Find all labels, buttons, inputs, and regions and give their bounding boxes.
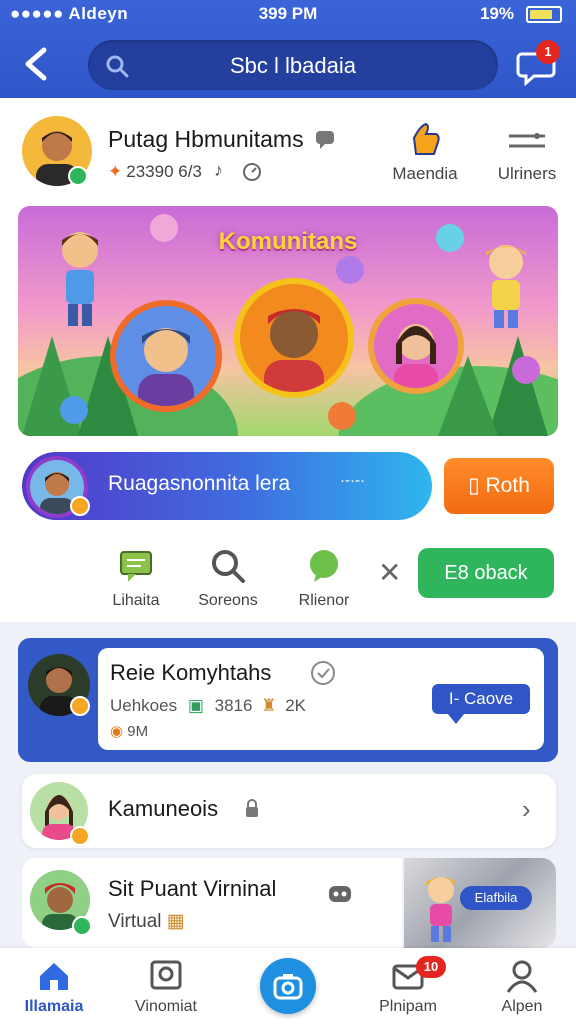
featured-title: Reie Komyhtahs	[110, 660, 272, 685]
house-icon: ▣	[187, 696, 204, 715]
action-label: Soreons	[198, 592, 258, 609]
search-icon	[188, 548, 268, 584]
chevron-right-icon[interactable]: ›	[522, 794, 531, 825]
kid-illustration	[426, 877, 456, 942]
chat-icon	[96, 548, 176, 584]
users-label: Ulriners	[497, 164, 557, 183]
member-portrait	[368, 298, 464, 394]
fire-icon: ✦	[108, 162, 123, 181]
status-indicator	[70, 826, 90, 846]
community-banner[interactable]: Komunitans	[18, 206, 558, 436]
list-item-subtitle: Virtual ▦	[108, 911, 185, 932]
emoji-icon	[336, 256, 364, 284]
media-label: Maendia	[392, 164, 458, 183]
community-dots: ·-·-·	[340, 472, 365, 489]
kid-illustration	[486, 245, 526, 328]
list-item-title: Sit Puant Virninal	[108, 876, 277, 901]
online-indicator	[68, 166, 88, 186]
close-icon[interactable]: ✕	[378, 556, 401, 589]
emoji-icon	[436, 224, 464, 252]
featured-tag[interactable]: I- Caove	[432, 684, 530, 724]
chevron-left-icon	[25, 47, 47, 81]
emoji-icon	[150, 214, 178, 242]
emoji-icon	[60, 396, 88, 424]
nav-vinomiat[interactable]: Vinomiat	[116, 958, 216, 1016]
home-icon	[4, 958, 104, 994]
action-label: Lihaita	[112, 592, 160, 609]
media-button[interactable]: Maendia	[388, 122, 462, 184]
search-text: Sbc l lbadaia	[230, 53, 356, 78]
clock-icon	[243, 163, 261, 181]
users-button[interactable]: Ulriners	[492, 122, 562, 184]
box-icon: ▦	[166, 911, 185, 932]
action-search[interactable]: Soreons	[188, 548, 268, 610]
nav-label: Alpen	[501, 998, 543, 1015]
status-indicator	[70, 696, 90, 716]
join-button[interactable]: ▯ Roth	[444, 458, 554, 514]
status-indicator	[70, 496, 90, 516]
emoji-icon	[328, 402, 356, 430]
user-icon	[472, 958, 572, 994]
verified-icon	[311, 661, 335, 685]
book-button[interactable]: E8 oback	[418, 548, 554, 598]
profile-stats: ✦ 23390 6/3	[108, 162, 202, 181]
battery-icon	[526, 6, 562, 23]
featured-views: ◉ 9M	[110, 723, 149, 740]
action-label: Rlienor	[298, 592, 350, 609]
toggle-icon	[492, 122, 562, 158]
nav-alpen[interactable]: Alpen	[472, 958, 572, 1016]
nav-label: Plnipam	[379, 998, 437, 1015]
online-indicator	[72, 916, 92, 936]
thumbnail-chip: Elafbila	[460, 886, 532, 910]
thumbs-up-icon	[388, 122, 462, 158]
featured-meta: Uehkoes ▣ 3816 ♜ 2K	[110, 696, 306, 715]
robot-icon	[329, 886, 351, 902]
eye-icon: ◉	[110, 723, 124, 740]
member-portrait	[110, 300, 222, 412]
music-icon: ♪	[214, 160, 223, 180]
action-lihaita[interactable]: Lihaita	[96, 548, 176, 610]
calendar-icon: ▯	[468, 474, 486, 497]
action-rlienor[interactable]: Rlienor	[284, 548, 364, 610]
community-label: Ruagasnonnita lera	[108, 472, 291, 495]
back-button[interactable]	[18, 44, 62, 88]
status-bar: ●●●●● Aldeyn 399 PM 19%	[0, 0, 576, 30]
nav-label: Vinomiat	[135, 998, 197, 1015]
list-item-label: Kamuneois	[108, 796, 219, 821]
member-portrait	[234, 278, 354, 398]
list-item[interactable]	[22, 774, 556, 848]
frame-icon	[116, 958, 216, 994]
chat-bubble-icon	[316, 131, 334, 149]
notification-badge: 10	[416, 956, 446, 978]
camera-button[interactable]	[260, 958, 316, 1014]
crown-icon: ♜	[261, 696, 277, 715]
nav-label: Illamaia	[24, 998, 84, 1015]
heart-bubble-icon	[284, 548, 364, 584]
emoji-icon	[512, 356, 540, 384]
battery-percent: 19%	[479, 4, 514, 23]
profile-title: Putag Hbmunitams	[108, 126, 304, 152]
lock-icon	[246, 799, 258, 817]
kid-illustration	[62, 232, 98, 326]
search-bar[interactable]: Sbc l lbadaia	[88, 40, 498, 90]
nav-home[interactable]: Illamaia	[4, 958, 104, 1016]
camera-icon	[273, 974, 303, 1000]
chat-badge: 1	[536, 40, 560, 64]
